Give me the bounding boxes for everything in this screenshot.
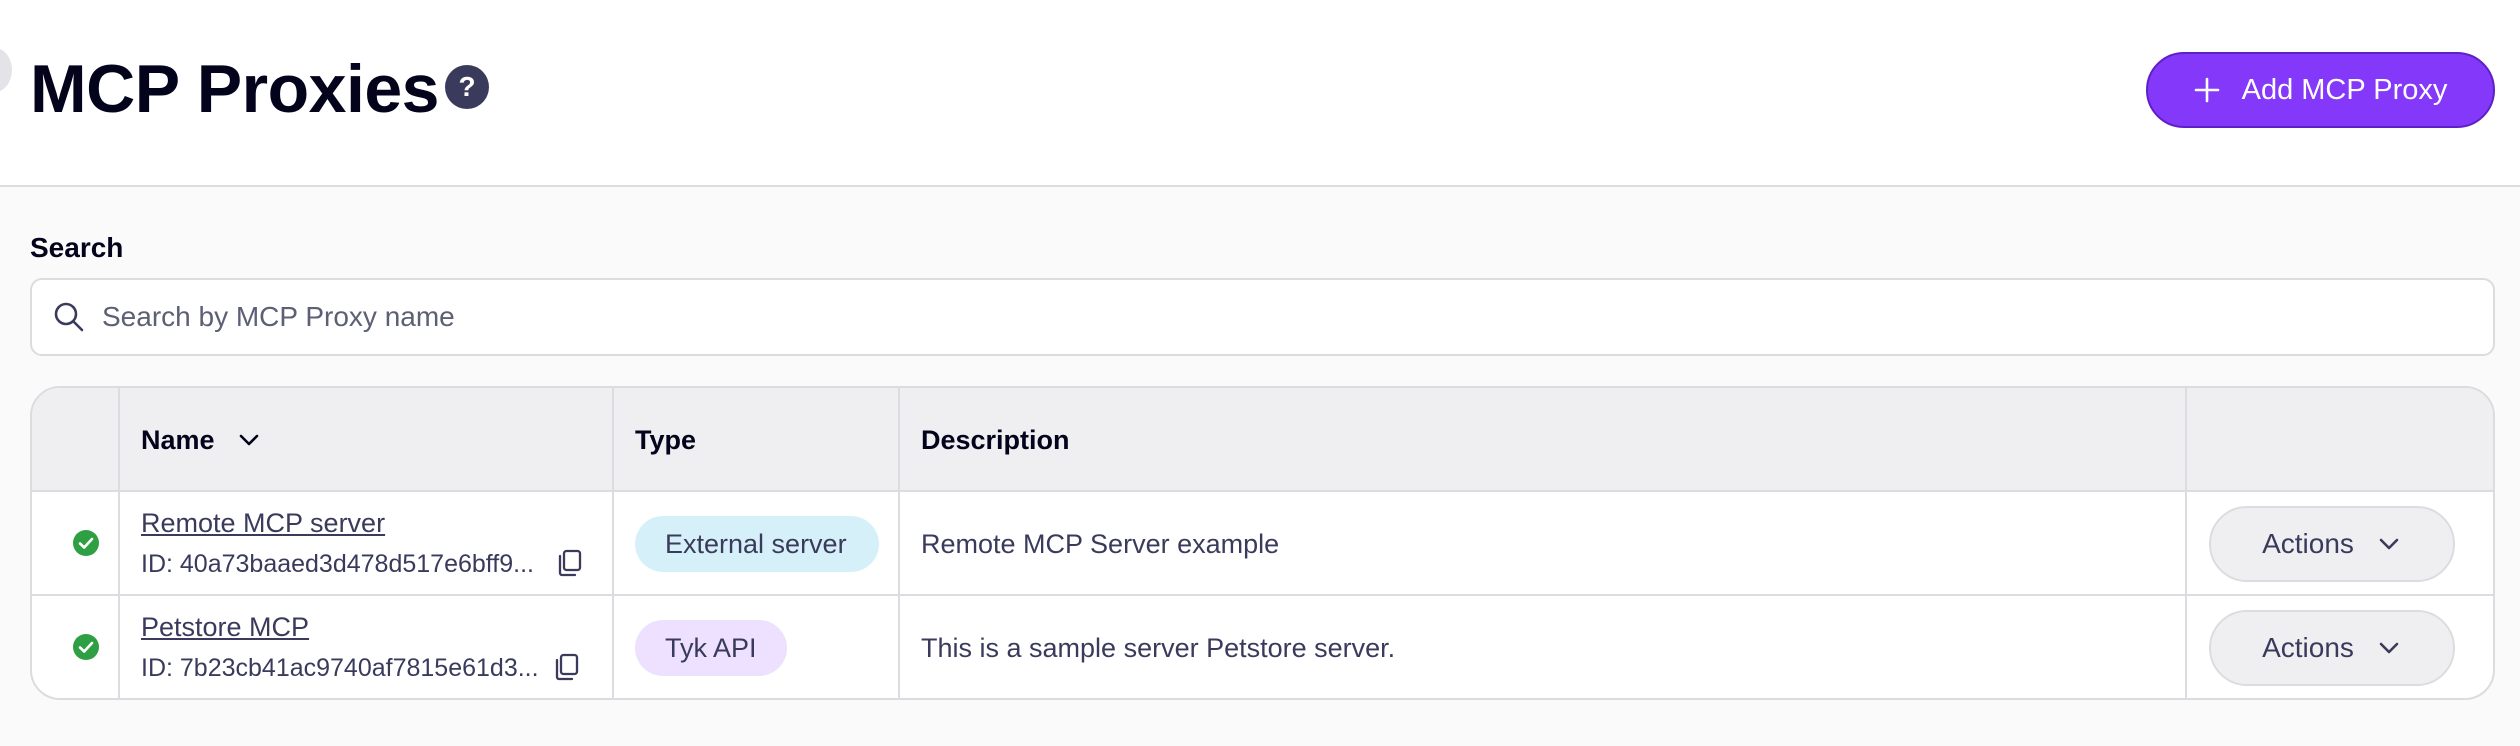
column-divider	[118, 388, 120, 698]
chevron-down-icon	[2379, 538, 2399, 550]
actions-label: Actions	[2262, 528, 2354, 559]
proxy-id: ID: 40a73baaed3d478d517e6bff9...	[141, 550, 534, 578]
copy-icon[interactable]	[552, 652, 582, 682]
type-badge: External server	[635, 516, 879, 572]
proxy-description: Remote MCP Server example	[921, 528, 1280, 559]
column-divider	[898, 388, 900, 698]
proxy-id: ID: 7b23cb41ac9740af7815e61d3...	[141, 654, 539, 682]
add-mcp-proxy-label: Add MCP Proxy	[2241, 73, 2448, 106]
question-circle-icon[interactable]: ?	[445, 65, 489, 109]
page-title: MCP Proxies	[30, 51, 439, 127]
page-header: MCP Proxies ? Add MCP Proxy	[0, 0, 2520, 187]
proxy-name-link[interactable]: Remote MCP server	[141, 508, 385, 539]
actions-label: Actions	[2262, 632, 2354, 663]
search-icon	[54, 302, 84, 332]
name-column-header[interactable]: Name	[141, 388, 261, 492]
actions-button[interactable]: Actions	[2209, 610, 2455, 686]
chevron-down-icon	[2379, 642, 2399, 654]
table-row: Remote MCP server ID: 40a73baaed3d478d51…	[32, 492, 2493, 596]
type-column-header: Type	[635, 424, 697, 455]
chevron-down-icon	[239, 434, 258, 446]
proxy-description: This is a sample server Petstore server.	[921, 632, 1396, 663]
copy-icon[interactable]	[555, 548, 585, 578]
type-badge: Tyk API	[635, 620, 787, 676]
mcp-proxies-table: Name Type Description Remote MCP server …	[30, 386, 2495, 700]
add-mcp-proxy-button[interactable]: Add MCP Proxy	[2146, 52, 2495, 128]
column-divider	[2185, 388, 2187, 698]
search-input[interactable]	[102, 301, 2402, 333]
table-row: Petstore MCP ID: 7b23cb41ac9740af7815e61…	[32, 596, 2493, 698]
name-column-label: Name	[141, 424, 215, 455]
search-box	[30, 278, 2495, 356]
check-circle-icon	[73, 634, 99, 660]
column-divider	[612, 388, 614, 698]
sidebar-toggle-edge[interactable]	[0, 48, 12, 92]
table-header: Name Type Description	[32, 388, 2493, 492]
search-label: Search	[30, 232, 124, 263]
plus-icon	[2194, 77, 2219, 103]
actions-button[interactable]: Actions	[2209, 506, 2455, 582]
description-column-header: Description	[921, 424, 1070, 455]
check-circle-icon	[73, 530, 99, 556]
proxy-name-link[interactable]: Petstore MCP	[141, 612, 309, 643]
